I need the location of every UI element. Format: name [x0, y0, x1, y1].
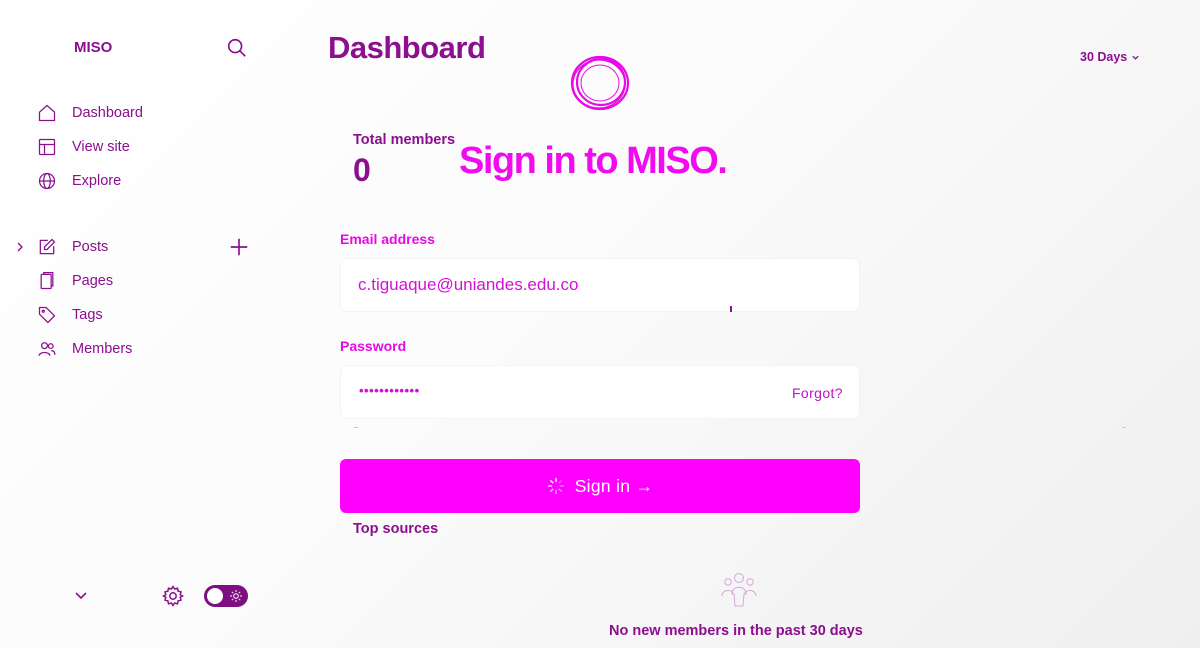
page-title: Dashboard	[328, 30, 486, 65]
pencil-icon	[36, 236, 58, 258]
signin-button[interactable]: Sign in →	[340, 459, 860, 513]
search-icon[interactable]	[226, 37, 248, 59]
sidebar-item-dashboard[interactable]: Dashboard	[36, 101, 143, 125]
top-sources-heading: Top sources	[353, 521, 439, 537]
sidebar-item-pages[interactable]: Pages	[36, 269, 113, 293]
logo-ring-icon	[570, 55, 630, 111]
gear-icon[interactable]	[161, 584, 185, 608]
sidebar-item-members[interactable]: Members	[36, 337, 132, 361]
sidebar-item-label: View site	[72, 139, 130, 155]
sidebar-item-tags[interactable]: Tags	[36, 303, 103, 327]
loading-spinner-icon	[547, 477, 564, 495]
password-label: Password	[340, 338, 407, 354]
sidebar-item-posts[interactable]: Posts	[36, 235, 108, 259]
chevron-down-icon	[1132, 55, 1139, 60]
globe-icon	[36, 170, 58, 192]
theme-toggle[interactable]	[204, 585, 248, 607]
sidebar-item-view-site[interactable]: View site	[36, 135, 130, 159]
chevron-right-icon[interactable]	[13, 238, 27, 256]
forgot-password-link[interactable]: Forgot?	[792, 385, 843, 401]
chevron-down-icon[interactable]	[72, 588, 90, 604]
home-icon	[36, 102, 58, 124]
total-members-label: Total members	[353, 132, 456, 148]
sidebar: MISO Dashboard View site Explore Posts P…	[0, 0, 290, 648]
date-range-select[interactable]: 30 Days	[1080, 50, 1140, 64]
members-icon	[36, 338, 58, 360]
empty-state-message: No new members in the past 30 days	[609, 623, 863, 639]
date-range-label: 30 Days	[1080, 50, 1128, 64]
page-icon	[36, 270, 58, 292]
signin-title: Sign in to MISO.	[459, 140, 728, 182]
tag-icon	[36, 304, 58, 326]
sidebar-item-label: Members	[72, 341, 133, 357]
sidebar-item-label: Tags	[72, 307, 103, 323]
plus-icon[interactable]	[228, 236, 250, 258]
sidebar-item-label: Posts	[72, 239, 109, 255]
brand-name[interactable]: MISO	[74, 39, 112, 56]
members-empty-icon	[721, 573, 757, 607]
toggle-knob	[207, 588, 223, 604]
sidebar-item-label: Pages	[72, 273, 114, 289]
email-field[interactable]: c.tiguaque@uniandes.edu.co	[340, 258, 860, 312]
sidebar-item-label: Explore	[72, 173, 122, 189]
email-label: Email address	[340, 231, 435, 247]
password-value: ••••••••••••	[359, 383, 420, 398]
sun-icon	[230, 590, 242, 602]
email-value: c.tiguaque@uniandes.edu.co	[358, 275, 579, 294]
text-cursor	[730, 306, 732, 312]
signin-button-label: Sign in →	[574, 475, 654, 496]
divider	[1122, 427, 1126, 428]
sidebar-item-explore[interactable]: Explore	[36, 169, 121, 193]
layout-icon	[36, 136, 58, 158]
total-members-value: 0	[353, 152, 371, 188]
divider	[354, 427, 358, 428]
sidebar-item-label: Dashboard	[72, 105, 143, 121]
password-field[interactable]: •••••••••••• Forgot?	[340, 365, 860, 419]
